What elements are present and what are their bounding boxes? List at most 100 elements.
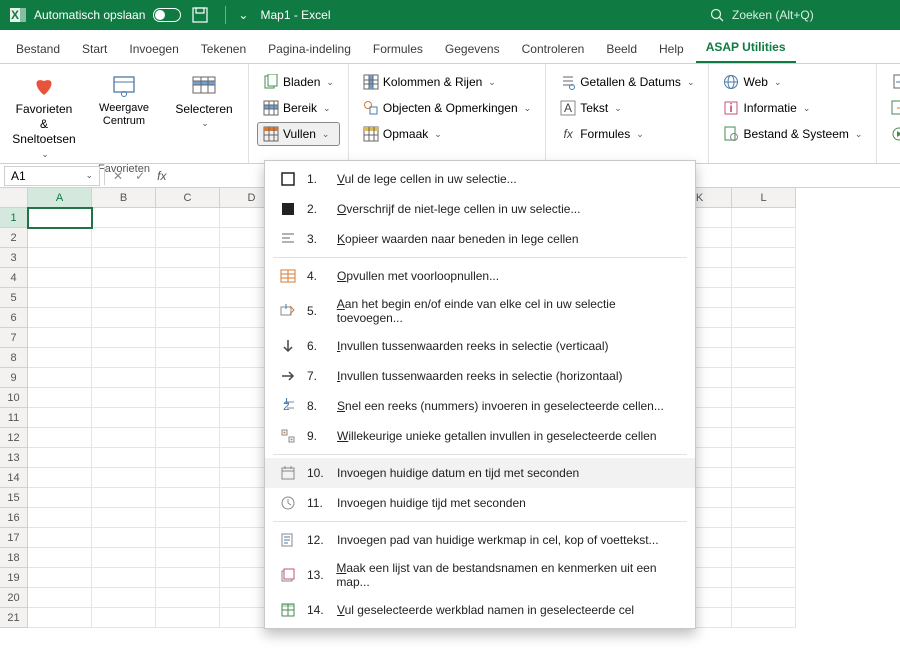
cell[interactable] xyxy=(92,468,156,488)
row-header[interactable]: 3 xyxy=(0,248,28,268)
cell[interactable] xyxy=(156,428,220,448)
cell[interactable] xyxy=(732,348,796,368)
cell[interactable] xyxy=(156,328,220,348)
cell[interactable] xyxy=(156,528,220,548)
kolommen-rijen-button[interactable]: Kolommen & Rijen⌄ xyxy=(357,70,537,94)
menu-item-7[interactable]: 7.Invullen tussenwaarden reeks in select… xyxy=(265,361,695,391)
column-header[interactable]: B xyxy=(92,188,156,208)
column-header[interactable]: A xyxy=(28,188,92,208)
cell[interactable] xyxy=(156,268,220,288)
cell[interactable] xyxy=(732,528,796,548)
cell[interactable] xyxy=(732,268,796,288)
cell[interactable] xyxy=(28,348,92,368)
menu-item-13[interactable]: 13.Maak een lijst van de bestandsnamen e… xyxy=(265,555,695,595)
menu-item-9[interactable]: 9.Willekeurige unieke getallen invullen … xyxy=(265,421,695,451)
cell[interactable] xyxy=(732,448,796,468)
cell[interactable] xyxy=(732,388,796,408)
menu-item-10[interactable]: 10.Invoegen huidige datum en tijd met se… xyxy=(265,458,695,488)
cell[interactable] xyxy=(92,428,156,448)
cell[interactable] xyxy=(156,548,220,568)
menu-item-6[interactable]: 6.Invullen tussenwaarden reeks in select… xyxy=(265,331,695,361)
row-header[interactable]: 1 xyxy=(0,208,28,228)
menu-item-4[interactable]: 4.Opvullen met voorloopnullen... xyxy=(265,261,695,291)
cell[interactable] xyxy=(156,468,220,488)
cell[interactable] xyxy=(28,568,92,588)
row-header[interactable]: 2 xyxy=(0,228,28,248)
tab-controleren[interactable]: Controleren xyxy=(512,34,595,63)
cell[interactable] xyxy=(28,468,92,488)
view-center-button[interactable]: Weergave Centrum xyxy=(88,70,160,130)
cell[interactable] xyxy=(732,408,796,428)
cell[interactable] xyxy=(732,208,796,228)
tab-gegevens[interactable]: Gegevens xyxy=(435,34,510,63)
cell[interactable] xyxy=(92,488,156,508)
cell[interactable] xyxy=(156,488,220,508)
row-header[interactable]: 6 xyxy=(0,308,28,328)
cell[interactable] xyxy=(28,488,92,508)
cell[interactable] xyxy=(92,528,156,548)
cell[interactable] xyxy=(156,588,220,608)
menu-item-3[interactable]: 3.Kopieer waarden naar beneden in lege c… xyxy=(265,224,695,254)
tab-bestand[interactable]: Bestand xyxy=(6,34,70,63)
cell[interactable] xyxy=(28,608,92,628)
cell[interactable] xyxy=(28,588,92,608)
cell[interactable] xyxy=(92,328,156,348)
tab-tekenen[interactable]: Tekenen xyxy=(191,34,256,63)
cell[interactable] xyxy=(732,328,796,348)
cell[interactable] xyxy=(156,228,220,248)
cell[interactable] xyxy=(732,488,796,508)
menu-item-14[interactable]: 14.Vul geselecteerde werkblad namen in g… xyxy=(265,595,695,625)
cell[interactable] xyxy=(156,408,220,428)
autosave-toggle[interactable]: Automatisch opslaan xyxy=(34,8,181,22)
tab-asap-utilities[interactable]: ASAP Utilities xyxy=(696,32,796,63)
cell[interactable] xyxy=(732,508,796,528)
row-header[interactable]: 21 xyxy=(0,608,28,628)
cell[interactable] xyxy=(156,348,220,368)
cell[interactable] xyxy=(92,548,156,568)
export-button[interactable]: Ex xyxy=(885,96,900,120)
cell[interactable] xyxy=(92,268,156,288)
search-box[interactable]: Zoeken (Alt+Q) xyxy=(702,5,892,25)
cell[interactable] xyxy=(732,368,796,388)
row-header[interactable]: 17 xyxy=(0,528,28,548)
bestand-systeem-button[interactable]: Bestand & Systeem⌄ xyxy=(717,122,868,146)
cell[interactable] xyxy=(28,208,92,228)
cell[interactable] xyxy=(732,568,796,588)
cell[interactable] xyxy=(92,588,156,608)
menu-item-11[interactable]: 11.Invoegen huidige tijd met seconden xyxy=(265,488,695,518)
row-header[interactable]: 15 xyxy=(0,488,28,508)
vullen-button[interactable]: Vullen⌄ xyxy=(257,122,340,146)
dropdown-caret-icon[interactable]: ⌄ xyxy=(238,8,248,22)
cell[interactable] xyxy=(92,408,156,428)
row-header[interactable]: 5 xyxy=(0,288,28,308)
tab-beeld[interactable]: Beeld xyxy=(596,34,647,63)
cell[interactable] xyxy=(28,228,92,248)
cell[interactable] xyxy=(28,408,92,428)
informatie-button[interactable]: iInformatie⌄ xyxy=(717,96,868,120)
cell[interactable] xyxy=(28,308,92,328)
cell[interactable] xyxy=(28,328,92,348)
cell[interactable] xyxy=(92,288,156,308)
row-header[interactable]: 20 xyxy=(0,588,28,608)
cell[interactable] xyxy=(28,248,92,268)
select-button[interactable]: Selecteren⌄ xyxy=(168,70,240,132)
cell[interactable] xyxy=(28,448,92,468)
bladen-button[interactable]: Bladen⌄ xyxy=(257,70,340,94)
cell[interactable] xyxy=(92,388,156,408)
cell[interactable] xyxy=(28,548,92,568)
cell[interactable] xyxy=(732,468,796,488)
menu-item-8[interactable]: 128.Snel een reeks (nummers) invoeren in… xyxy=(265,391,695,421)
row-header[interactable]: 18 xyxy=(0,548,28,568)
cell[interactable] xyxy=(156,608,220,628)
cell[interactable] xyxy=(732,548,796,568)
cell[interactable] xyxy=(28,288,92,308)
cell[interactable] xyxy=(28,428,92,448)
row-header[interactable]: 7 xyxy=(0,328,28,348)
tekst-button[interactable]: ATekst⌄ xyxy=(554,96,700,120)
import-button[interactable]: Im xyxy=(885,70,900,94)
cell[interactable] xyxy=(156,368,220,388)
cell[interactable] xyxy=(28,388,92,408)
cell[interactable] xyxy=(732,588,796,608)
menu-item-1[interactable]: 1.Vul de lege cellen in uw selectie... xyxy=(265,164,695,194)
cell[interactable] xyxy=(156,308,220,328)
